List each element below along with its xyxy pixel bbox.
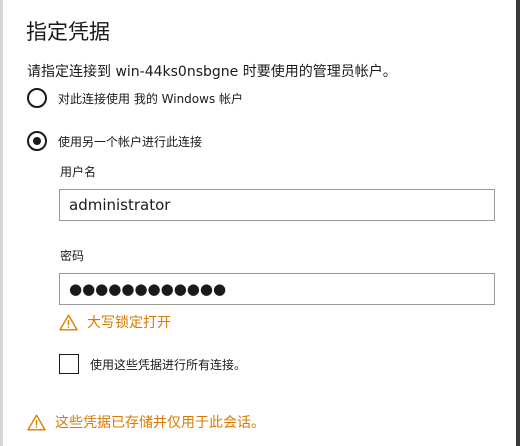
radio-button-checked[interactable] — [27, 131, 47, 151]
remember-label: 使用这些凭据进行所有连接。 — [90, 357, 247, 372]
warning-triangle-icon — [27, 414, 46, 430]
password-label: 密码 — [60, 249, 85, 263]
right-edge-bar — [516, 0, 520, 446]
session-notice-text: 这些凭据已存储并仅用于此会话。 — [55, 415, 265, 431]
session-notice: 这些凭据已存储并仅用于此会话。 — [27, 412, 265, 432]
username-input[interactable] — [59, 189, 495, 221]
remember-credentials[interactable]: 使用这些凭据进行所有连接。 — [59, 354, 246, 374]
caps-lock-warning: 大写锁定打开 — [59, 312, 171, 332]
warning-triangle-icon — [59, 314, 78, 330]
radio-use-my-account[interactable]: 对此连接使用 我的 Windows 帐户 — [27, 88, 243, 108]
remember-checkbox[interactable] — [59, 354, 79, 374]
credentials-dialog: 指定凭据 请指定连接到 win-44ks0nsbgne 时要使用的管理员帐户。 … — [0, 0, 520, 446]
radio-button-unchecked[interactable] — [27, 88, 47, 108]
radio-use-my-account-label: 对此连接使用 我的 Windows 帐户 — [58, 91, 244, 106]
caps-lock-warning-text: 大写锁定打开 — [87, 315, 171, 331]
radio-use-other-account[interactable]: 使用另一个帐户进行此连接 — [27, 131, 202, 151]
radio-use-other-account-label: 使用另一个帐户进行此连接 — [58, 134, 203, 149]
dialog-title: 指定凭据 — [26, 20, 110, 44]
password-input[interactable] — [59, 273, 495, 305]
dialog-prompt: 请指定连接到 win-44ks0nsbgne 时要使用的管理员帐户。 — [27, 64, 397, 80]
username-label: 用户名 — [60, 165, 97, 179]
left-divider — [0, 0, 3, 446]
